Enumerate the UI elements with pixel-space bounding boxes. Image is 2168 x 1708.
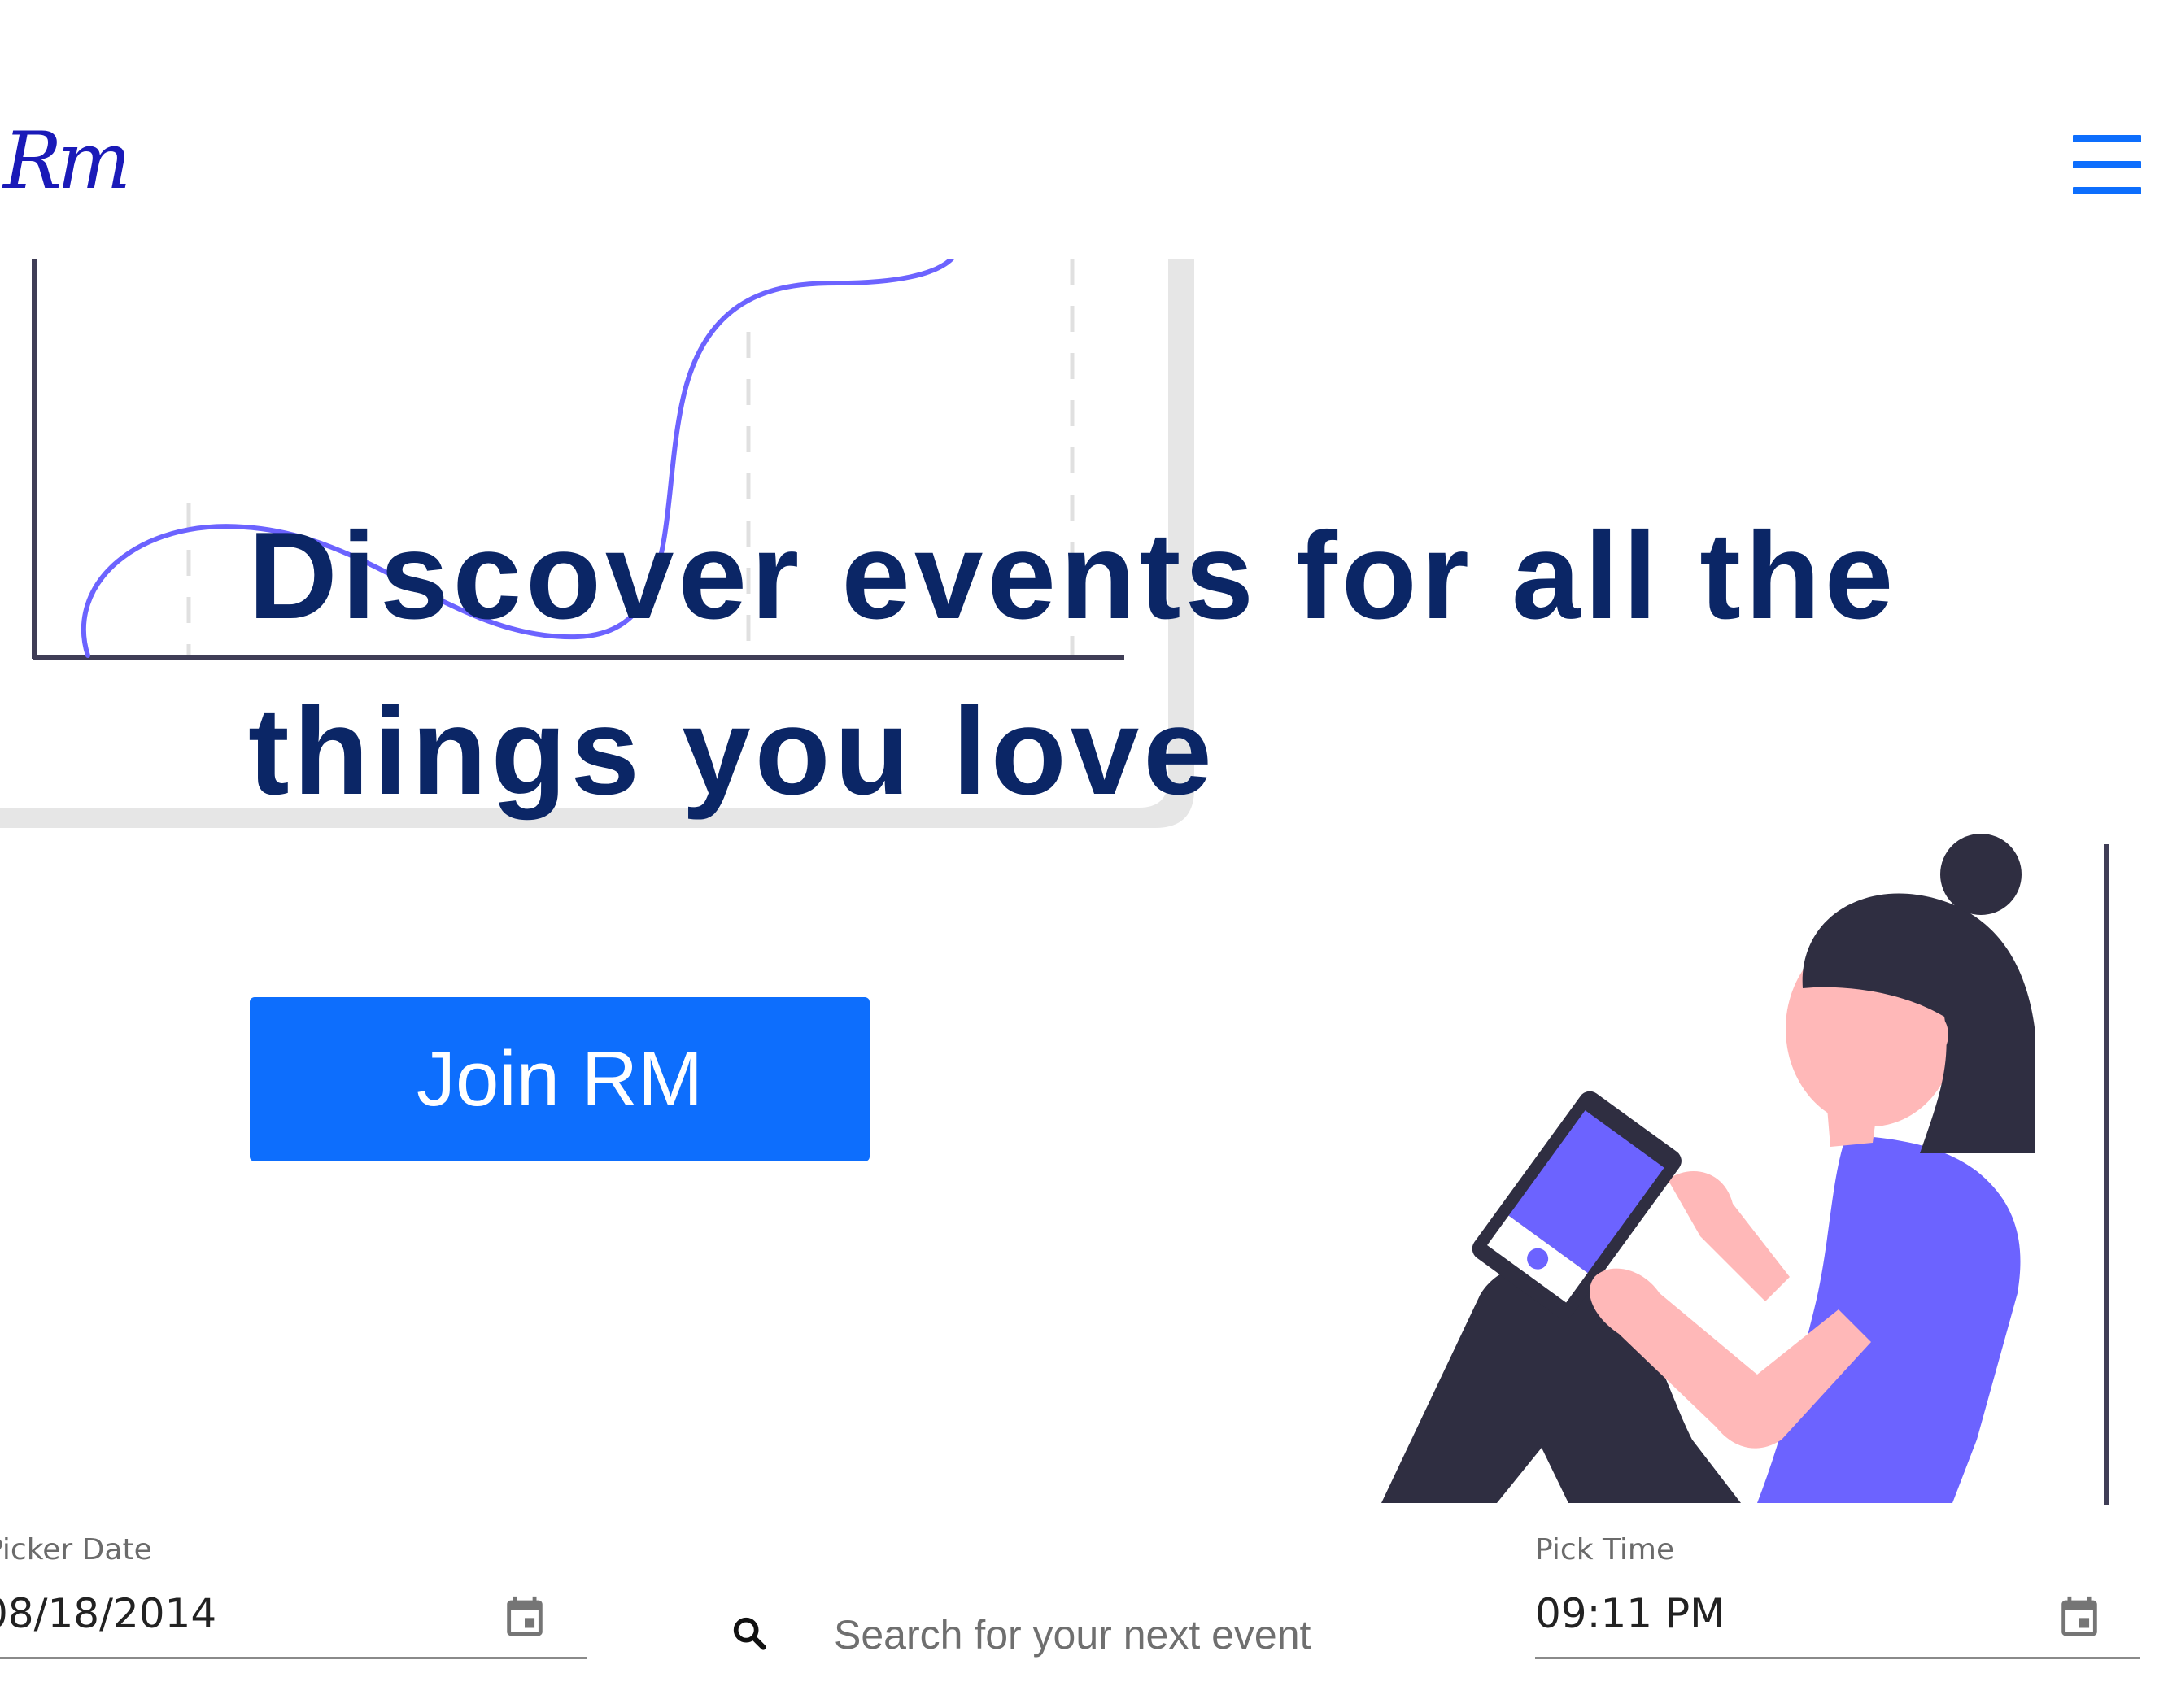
search-icon[interactable] — [731, 1614, 768, 1652]
time-picker-label: Pick Time — [1535, 1533, 1675, 1566]
join-button[interactable]: Join RM — [250, 997, 870, 1161]
menu-bar — [2073, 161, 2141, 168]
hero-title: Discover events for all the things you l… — [248, 507, 1898, 821]
date-input[interactable] — [0, 1590, 438, 1637]
date-picker-field[interactable]: Picker Date — [0, 1533, 587, 1663]
search-input[interactable] — [834, 1606, 1420, 1663]
time-input[interactable] — [1535, 1590, 1991, 1637]
date-picker-label: Picker Date — [0, 1533, 152, 1566]
date-underline — [0, 1657, 587, 1659]
menu-bar — [2073, 187, 2141, 194]
page: Rm Discover events for all the things yo… — [0, 0, 2168, 1708]
time-underline — [1535, 1657, 2140, 1659]
menu-bar — [2073, 135, 2141, 142]
time-picker-field[interactable]: Pick Time — [1535, 1533, 2140, 1663]
calendar-icon[interactable] — [2056, 1590, 2103, 1642]
brand-logo[interactable]: Rm — [3, 122, 131, 200]
woman-with-phone-illustration — [1381, 834, 2109, 1505]
calendar-icon[interactable] — [501, 1590, 548, 1642]
hamburger-menu-icon[interactable] — [2073, 135, 2141, 195]
